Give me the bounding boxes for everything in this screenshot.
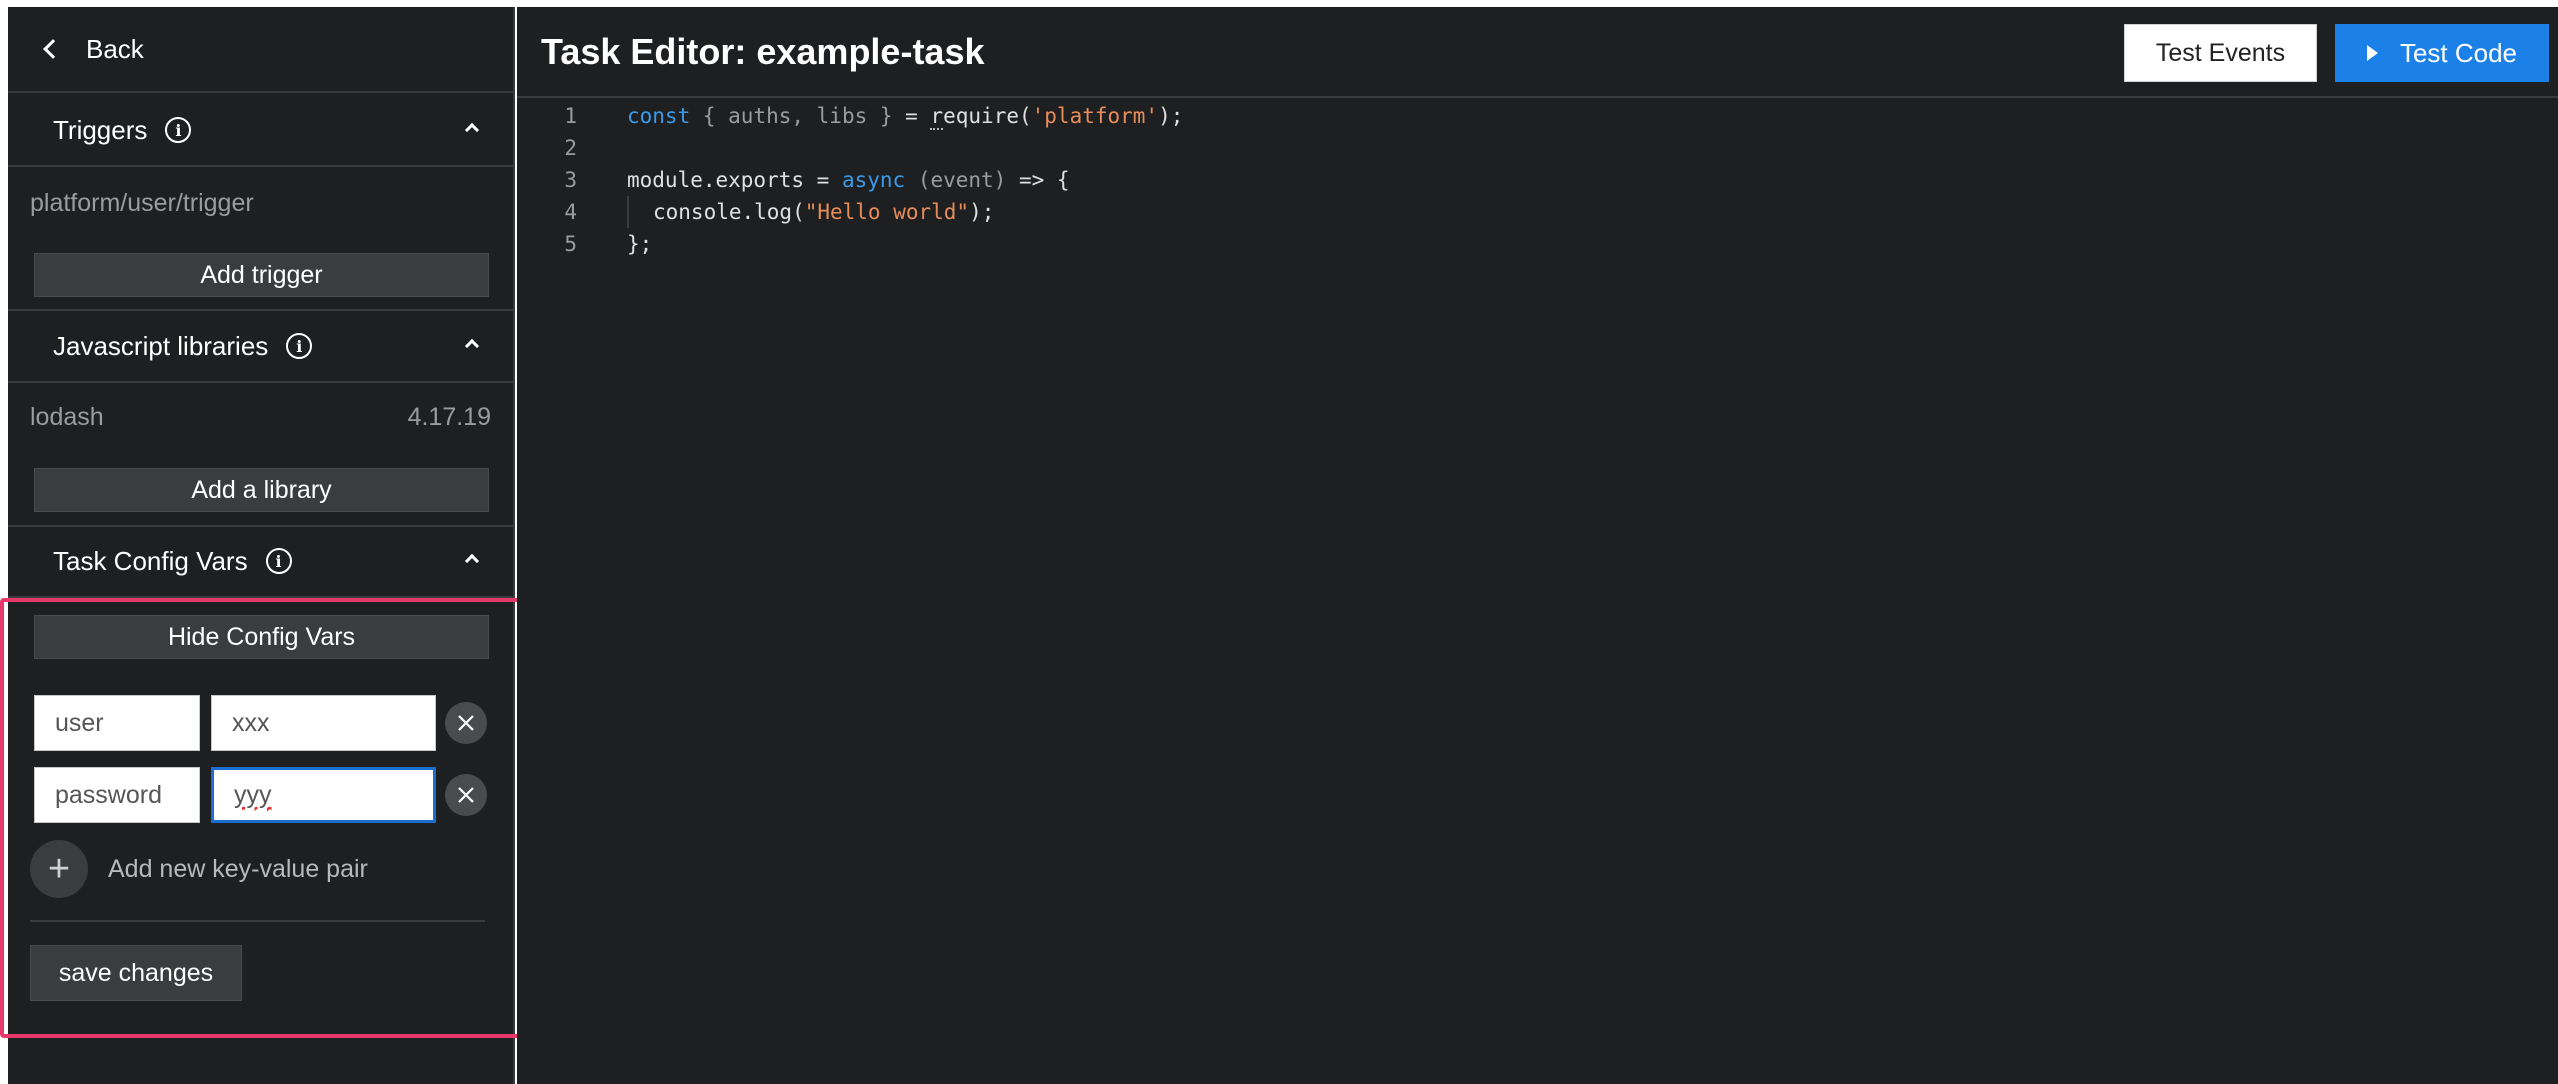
config-key-input[interactable]: password	[34, 767, 200, 823]
line-number: 2	[564, 136, 577, 160]
code-text: console.log("Hello world");	[653, 200, 995, 224]
remove-pair-button[interactable]	[445, 702, 487, 744]
app-root: Back Triggers i platform/user/trigger Ad…	[0, 0, 2558, 1084]
plus-icon: +	[30, 840, 88, 898]
config-value-input[interactable]: yyy	[211, 767, 436, 823]
line-number: 3	[564, 168, 577, 192]
config-value-value: xxx	[232, 708, 270, 737]
trigger-name: platform/user/trigger	[30, 189, 254, 217]
chevron-up-icon	[464, 122, 480, 138]
chevron-up-icon	[464, 338, 480, 354]
code-editor[interactable]: 1 const { auths, libs } = require('platf…	[517, 100, 2558, 1084]
chevron-left-icon	[43, 39, 63, 59]
add-library-button[interactable]: Add a library	[34, 468, 489, 512]
info-icon[interactable]: i	[265, 548, 292, 574]
code-text: };	[627, 232, 653, 256]
test-code-label: Test Code	[2399, 37, 2518, 68]
add-key-value-pair-button[interactable]: + Add new key-value pair	[30, 840, 368, 898]
info-icon[interactable]: i	[286, 333, 313, 359]
add-trigger-button[interactable]: Add trigger	[34, 253, 489, 297]
line-number: 4	[564, 200, 577, 224]
libraries-title: Javascript libraries	[53, 330, 269, 361]
close-icon	[458, 787, 474, 803]
code-text: module.exports = async (event) => {	[627, 168, 1070, 192]
play-icon	[2366, 45, 2378, 61]
indent-guide	[627, 196, 629, 228]
close-icon	[458, 715, 474, 731]
line-number: 5	[564, 232, 577, 256]
config-vars-title: Task Config Vars	[53, 545, 248, 576]
libraries-section-body: lodash 4.17.19 Add a library	[8, 385, 513, 527]
divider	[30, 920, 485, 922]
config-vars-panel: Hide Config Vars user xxx password yyy +…	[0, 598, 523, 1038]
add-pair-label: Add new key-value pair	[108, 854, 368, 883]
library-name: lodash	[30, 403, 104, 431]
library-item: lodash 4.17.19	[30, 403, 491, 432]
triggers-section-body: platform/user/trigger Add trigger	[8, 169, 513, 311]
page-title: Task Editor: example-task	[541, 31, 985, 72]
triggers-section-header[interactable]: Triggers i	[8, 95, 513, 167]
line-number: 1	[564, 104, 577, 128]
chevron-up-icon	[464, 553, 480, 569]
triggers-title: Triggers	[53, 114, 148, 145]
config-value-input[interactable]: xxx	[211, 695, 436, 751]
back-button[interactable]: Back	[8, 7, 513, 93]
config-value-value: yyy	[234, 780, 272, 809]
trigger-item: platform/user/trigger	[30, 189, 491, 218]
info-icon[interactable]: i	[165, 117, 192, 143]
libraries-section-header[interactable]: Javascript libraries i	[8, 311, 513, 383]
header: Task Editor: example-task Test Events Te…	[517, 7, 2558, 98]
main-panel: Task Editor: example-task Test Events Te…	[517, 7, 2558, 1084]
config-key-value: user	[55, 708, 104, 737]
config-vars-section-header[interactable]: Task Config Vars i	[8, 526, 513, 598]
code-text: const { auths, libs } = require('platfor…	[627, 104, 1184, 130]
save-changes-button[interactable]: save changes	[30, 945, 242, 1001]
library-version: 4.17.19	[407, 403, 491, 431]
back-label: Back	[86, 33, 144, 64]
config-key-value: password	[55, 780, 162, 809]
remove-pair-button[interactable]	[445, 774, 487, 816]
hide-config-vars-button[interactable]: Hide Config Vars	[34, 615, 489, 659]
test-code-button[interactable]: Test Code	[2335, 24, 2549, 82]
config-key-input[interactable]: user	[34, 695, 200, 751]
test-events-button[interactable]: Test Events	[2124, 24, 2317, 82]
